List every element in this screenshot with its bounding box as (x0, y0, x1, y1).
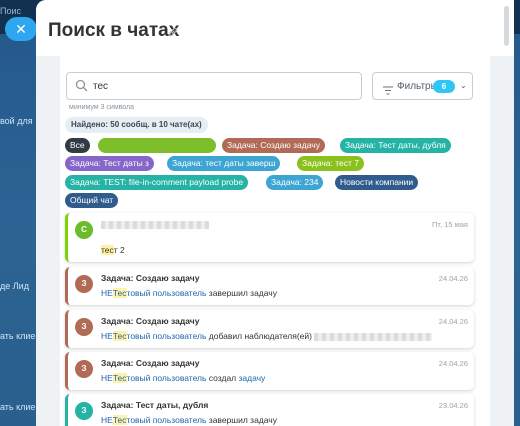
page-title: Поиск в чатах (48, 20, 180, 41)
background-label: де Лид (0, 281, 29, 291)
search-input[interactable] (93, 76, 353, 96)
chip-chat[interactable]: Задача: Тест даты, дубля (340, 138, 451, 153)
search-highlight: Тес (112, 415, 127, 425)
chip-chat[interactable]: Задача: тест 7 (297, 156, 364, 171)
chip-chat[interactable]: Новости компании (335, 175, 419, 190)
chat-search-panel: Поиск в чатах Фильтры 6 ⌄ минимум 3 симв… (36, 0, 514, 426)
redacted-name (101, 220, 209, 229)
chip-chat[interactable]: Задача: 234 (266, 175, 324, 190)
chip-chat[interactable]: Общий чат (65, 193, 119, 208)
filter-icon (383, 82, 393, 95)
chip-chat[interactable]: Задача: TEST: file-in-comment payload pr… (65, 175, 249, 190)
result-snippet: НЕТестовый пользователь завершил задачу (101, 288, 277, 298)
background-label: вой для (0, 116, 33, 126)
result-date: 23.04.26 (438, 401, 468, 410)
close-icon: ✕ (15, 21, 27, 37)
redacted-name (314, 332, 433, 341)
avatar: З (75, 402, 93, 420)
result-snippet: НЕТестовый пользователь создал задачу (101, 373, 266, 383)
background-label: ать клиен (0, 331, 41, 341)
result-title: Задача: Создаю задачу (101, 358, 200, 368)
results-count: Найдено: 50 сообщ. в 10 чате(ах) (65, 117, 208, 133)
filters-label: Фильтры (397, 81, 438, 92)
result-item[interactable]: З Задача: Тест даты, дубля 23.04.26 НЕТе… (65, 394, 474, 426)
result-item[interactable]: З Задача: Создаю задачу 24.04.26 НЕТесто… (65, 352, 474, 390)
result-title (101, 219, 209, 229)
result-snippet: тест 2 (101, 245, 125, 255)
search-field[interactable] (66, 72, 362, 100)
chip-chat[interactable]: Задача: Создаю задачу (222, 138, 325, 153)
background-search: Поис (0, 6, 22, 16)
filters-count-badge: 6 (433, 80, 455, 93)
chip-chat[interactable]: Задача: Тест даты з (65, 156, 154, 171)
result-date: Пт, 15 мая (432, 220, 468, 229)
chip-chat[interactable]: Задача: тест даты заверш (167, 156, 281, 171)
search-icon (75, 79, 88, 97)
background-label: ать клиен (0, 402, 41, 412)
result-item[interactable]: С Пт, 15 мая тест 2 (65, 213, 474, 262)
user-link[interactable]: НЕТестовый пользователь (101, 331, 206, 341)
result-title: Задача: Тест даты, дубля (101, 400, 209, 410)
scrollbar[interactable] (504, 6, 509, 46)
result-snippet: НЕТестовый пользователь добавил наблюдат… (101, 331, 433, 341)
result-title: Задача: Создаю задачу (101, 273, 200, 283)
result-item[interactable]: З Задача: Создаю задачу 24.04.26 НЕТесто… (65, 310, 474, 348)
result-snippet: НЕТестовый пользователь завершил задачу (101, 415, 277, 425)
search-highlight: Тес (112, 331, 127, 341)
search-content: Фильтры 6 ⌄ минимум 3 символа Найдено: 5… (60, 56, 490, 426)
link-icon[interactable] (167, 26, 179, 38)
search-highlight: Тес (112, 288, 127, 298)
result-date: 24.04.26 (438, 317, 468, 326)
avatar: С (75, 221, 93, 239)
result-title: Задача: Создаю задачу (101, 316, 200, 326)
close-panel-button[interactable]: ✕ (5, 17, 37, 41)
result-date: 24.04.26 (438, 274, 468, 283)
avatar: З (75, 360, 93, 378)
result-item[interactable]: З Задача: Создаю задачу 24.04.26 НЕТесто… (65, 267, 474, 305)
chevron-down-icon: ⌄ (460, 81, 467, 90)
user-link[interactable]: НЕТестовый пользователь (101, 415, 206, 425)
user-link[interactable]: НЕТестовый пользователь (101, 288, 206, 298)
chip-all[interactable]: Все (65, 138, 90, 153)
user-link[interactable]: НЕТестовый пользователь (101, 373, 206, 383)
chip-chat[interactable] (98, 138, 216, 153)
search-highlight: Тес (112, 373, 127, 383)
filters-button[interactable]: Фильтры 6 ⌄ (372, 72, 473, 100)
panel-header: Поиск в чатах (36, 0, 514, 56)
avatar: З (75, 318, 93, 336)
avatar: З (75, 275, 93, 293)
task-link[interactable]: задачу (239, 373, 266, 383)
search-highlight: тес (101, 245, 114, 255)
search-hint: минимум 3 символа (69, 104, 134, 111)
result-date: 24.04.26 (438, 359, 468, 368)
